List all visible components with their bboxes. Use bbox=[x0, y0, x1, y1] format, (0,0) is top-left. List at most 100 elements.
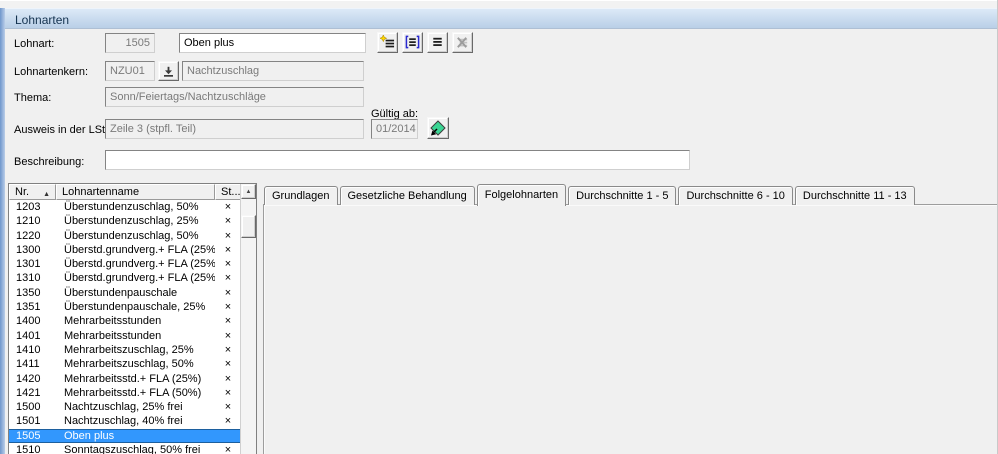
cell: 1411 bbox=[16, 358, 40, 371]
list-row[interactable]: 1421 Mehrarbeitsstd.+ FLA (50%) × bbox=[9, 386, 241, 400]
window-top-edge bbox=[0, 0, 997, 8]
cell: 1500 bbox=[16, 401, 41, 414]
lohnarten-window: Lohnarten Lohnart: 1505 Lohnartenkern: N… bbox=[0, 0, 998, 454]
st-flag: × bbox=[224, 372, 232, 385]
list-row[interactable]: 1505 Oben plus bbox=[9, 428, 241, 444]
cell: 1505 bbox=[16, 429, 41, 442]
cell: 1203 bbox=[16, 201, 41, 213]
list-row[interactable]: 1501 Nachtzuschlag, 40% frei × bbox=[9, 414, 241, 428]
list-row[interactable]: 1351 Überstundenpauschale, 25% × bbox=[9, 300, 241, 314]
st-flag: × bbox=[224, 243, 232, 256]
cell: 1421 bbox=[16, 386, 41, 399]
list-scrollbar[interactable]: ▲ bbox=[240, 184, 256, 454]
scrollbar-up-button[interactable]: ▲ bbox=[241, 184, 256, 199]
st-flag: × bbox=[224, 286, 232, 299]
cell: 1350 bbox=[16, 286, 41, 299]
window-title: Lohnarten bbox=[15, 13, 70, 27]
list-records-icon bbox=[433, 37, 442, 46]
cell: 1210 bbox=[16, 215, 41, 228]
list-row[interactable]: 1210 Überstundenzuschlag, 25% × bbox=[9, 214, 241, 228]
tab-gesetzliche-behandlung[interactable]: Gesetzliche Behandlung bbox=[339, 186, 475, 205]
list-header-st[interactable]: St... bbox=[215, 184, 241, 200]
list-row[interactable]: 1500 Nachtzuschlag, 25% frei × bbox=[9, 400, 241, 414]
cell: Mehrarbeitsstunden bbox=[64, 315, 162, 328]
list-row[interactable]: 1510 Sonntagszuschlag, 50% frei × bbox=[9, 443, 241, 454]
copy-record-icon bbox=[405, 35, 420, 49]
list-row[interactable]: 1301 Überstd.grundverg.+ FLA (25%) × bbox=[9, 257, 241, 271]
copy-record-button[interactable] bbox=[402, 32, 423, 53]
cell: 1351 bbox=[16, 301, 41, 314]
lohnart-label: Lohnart: bbox=[14, 38, 55, 50]
new-record-button[interactable] bbox=[377, 32, 398, 53]
cell: 1410 bbox=[16, 343, 41, 356]
cell: Mehrarbeitsstd.+ FLA (50%) bbox=[64, 386, 202, 399]
list-row[interactable]: 1300 Überstd.grundverg.+ FLA (25%) × bbox=[9, 243, 241, 257]
tab-folgelohnarten[interactable]: Folgelohnarten bbox=[476, 184, 567, 206]
gueltig-ab-field: 01/2014 bbox=[371, 119, 418, 139]
tab-strip: Grundlagen Gesetzliche Behandlung Folgeloh… bbox=[264, 183, 917, 206]
title-bar[interactable]: Lohnarten bbox=[5, 8, 997, 29]
lohnart-name-input[interactable] bbox=[179, 33, 366, 53]
list-row[interactable]: 1401 Mehrarbeitsstunden × bbox=[9, 329, 241, 343]
cell: Überstundenpauschale, 25% bbox=[64, 301, 206, 314]
tab-durchschnitte-1-5[interactable]: Durchschnitte 1 - 5 bbox=[568, 186, 677, 205]
arrow-down-to-bar-icon bbox=[164, 66, 173, 77]
cell: Nachtzuschlag, 40% frei bbox=[64, 415, 183, 428]
st-flag: × bbox=[224, 444, 232, 454]
list-row[interactable]: 1220 Überstundenzuschlag, 50% × bbox=[9, 229, 241, 243]
new-record-icon bbox=[380, 35, 395, 48]
list-row[interactable]: 1411 Mehrarbeitszuschlag, 50% × bbox=[9, 357, 241, 371]
st-flag: × bbox=[224, 358, 232, 371]
cell: 1220 bbox=[16, 229, 41, 242]
cell: 1510 bbox=[16, 444, 41, 454]
tab-durchschnitte-6-10[interactable]: Durchschnitte 6 - 10 bbox=[678, 186, 793, 205]
beschreibung-input[interactable] bbox=[105, 150, 690, 170]
cell: Nachtzuschlag, 25% frei bbox=[64, 401, 183, 414]
list-records-button[interactable] bbox=[427, 32, 448, 53]
cell: 1501 bbox=[16, 415, 41, 428]
st-flag bbox=[215, 429, 241, 443]
tab-durchschnitte-11-13[interactable]: Durchschnitte 11 - 13 bbox=[794, 186, 915, 205]
st-flag: × bbox=[224, 329, 232, 342]
cell: Überstd.grundverg.+ FLA (25%) bbox=[64, 258, 215, 271]
list-header-nr[interactable]: Nr. ▲ bbox=[9, 184, 56, 200]
cell: Überstd.grundverg.+ FLA (25%) bbox=[64, 243, 215, 256]
list-row[interactable]: 1400 Mehrarbeitsstunden × bbox=[9, 314, 241, 328]
tab-pane bbox=[263, 204, 997, 454]
thema-label: Thema: bbox=[14, 92, 52, 104]
lohnartenkern-label: Lohnartenkern: bbox=[14, 66, 88, 78]
list-row[interactable]: 1350 Überstundenpauschale × bbox=[9, 286, 241, 300]
cell: 1301 bbox=[16, 258, 41, 271]
list-row[interactable]: 1203 Überstundenzuschlag, 50% × bbox=[9, 200, 241, 214]
lohnartenkern-name-field: Nachtzuschlag bbox=[182, 61, 364, 81]
tab-grundlagen[interactable]: Grundlagen bbox=[264, 186, 338, 205]
st-flag: × bbox=[224, 401, 232, 414]
lohnartenkern-picker-button[interactable] bbox=[158, 61, 179, 81]
window-left-edge bbox=[0, 8, 5, 454]
thema-field: Sonn/Feiertags/Nachtzuschläge bbox=[105, 87, 364, 107]
st-flag: × bbox=[224, 415, 232, 428]
ausweis-label: Ausweis in der LStB: bbox=[14, 124, 116, 136]
cell: Überstundenzuschlag, 50% bbox=[64, 229, 199, 242]
delete-record-button bbox=[452, 32, 473, 53]
delete-record-icon bbox=[457, 37, 468, 48]
list-row[interactable]: 1420 Mehrarbeitsstd.+ FLA (25%) × bbox=[9, 372, 241, 386]
list-header: Nr. ▲ Lohnartenname St... bbox=[9, 184, 241, 200]
gueltig-ab-history-button[interactable] bbox=[427, 117, 449, 139]
ausweis-field: Zeile 3 (stpfl. Teil) bbox=[105, 119, 364, 139]
list-rows: 1203 Überstundenzuschlag, 50% × 1210 Überstu… bbox=[9, 200, 241, 454]
st-flag: × bbox=[224, 229, 232, 242]
cell: Überstundenpauschale bbox=[64, 286, 178, 299]
lohnart-number-field: 1505 bbox=[105, 33, 155, 53]
st-flag: × bbox=[224, 201, 232, 213]
st-flag: × bbox=[224, 215, 232, 228]
st-flag: × bbox=[224, 272, 232, 285]
st-flag: × bbox=[224, 258, 232, 271]
cell: Überstundenzuschlag, 50% bbox=[64, 201, 199, 213]
scrollbar-thumb[interactable] bbox=[241, 215, 256, 238]
cell: 1401 bbox=[16, 329, 41, 342]
list-row[interactable]: 1310 Überstd.grundverg.+ FLA (25%) × bbox=[9, 271, 241, 285]
cell: Sonntagszuschlag, 50% frei bbox=[64, 444, 201, 454]
list-header-name[interactable]: Lohnartenname bbox=[56, 184, 215, 200]
list-row[interactable]: 1410 Mehrarbeitszuschlag, 25% × bbox=[9, 343, 241, 357]
